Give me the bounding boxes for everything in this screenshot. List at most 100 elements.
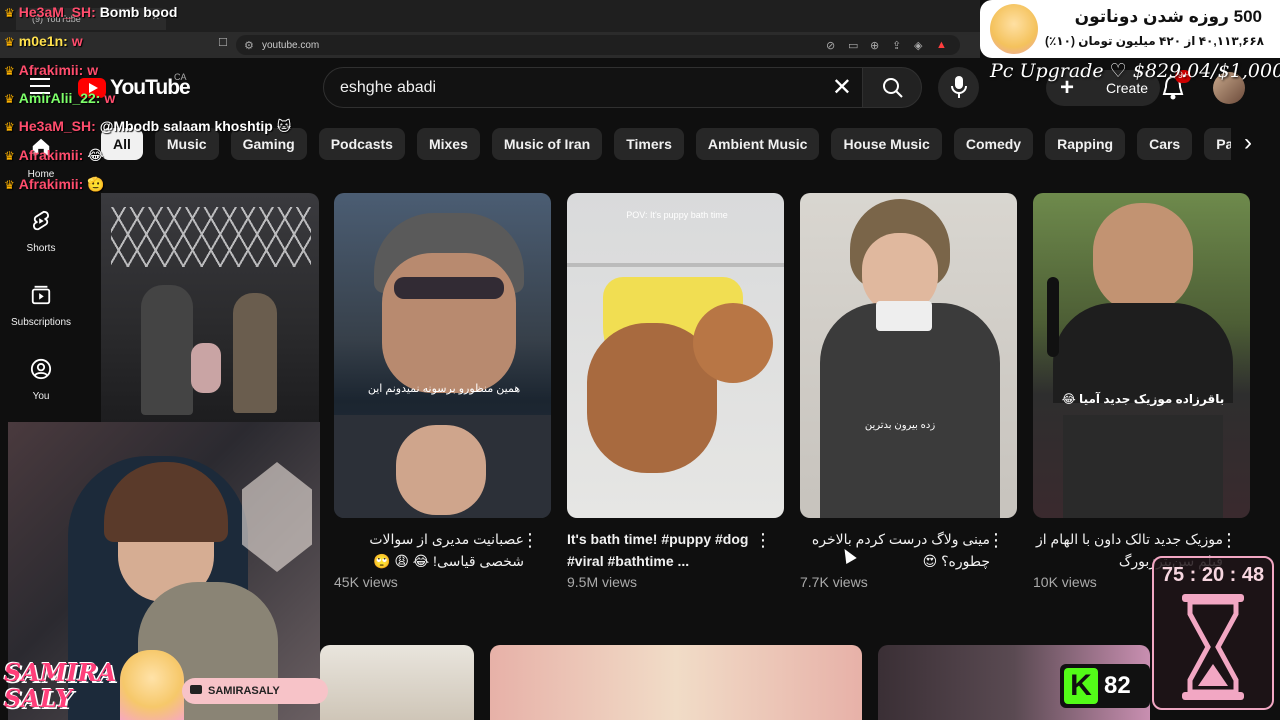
social-handle: SAMIRASALY: [182, 678, 328, 704]
search-icon: [883, 78, 903, 98]
donation-goal-banner: 500 روزه شدن دوناتون ۴۰,۱۱۳,۶۶۸ از ۴۲۰ م…: [980, 0, 1280, 58]
chip-rapping[interactable]: Rapping: [1045, 128, 1126, 160]
subscriptions-icon: [31, 285, 51, 305]
chat-username: Afrakimii:: [18, 62, 84, 78]
search-query: eshghe abadi: [340, 79, 437, 96]
youtube-small-icon: [190, 685, 202, 694]
streamer-name-line2: SALY: [4, 684, 73, 713]
video-card[interactable]: همین منظورو برسونه نمیدونم این عصبانیت م…: [334, 193, 551, 590]
video-thumbnail[interactable]: همین منظورو برسونه نمیدونم این: [334, 193, 551, 518]
chip-comedy[interactable]: Comedy: [953, 128, 1034, 160]
chat-username: He3aM_SH:: [18, 4, 96, 20]
more-options-icon[interactable]: ⋮: [1220, 531, 1238, 549]
chat-username: m0e1n:: [18, 33, 68, 49]
donation-progress: ۴۰,۱۱۳,۶۶۸ از ۴۲۰ میلیون تومان (۱۰٪): [1044, 34, 1264, 48]
sidebar-item-subscriptions[interactable]: Subscriptions: [0, 284, 82, 328]
video-thumbnail[interactable]: زده بیرون بدترین: [800, 193, 1017, 518]
more-options-icon[interactable]: ⋮: [987, 531, 1005, 549]
video-card[interactable]: POV: It's puppy bath time It's bath time…: [567, 193, 784, 590]
donation-avatar: [990, 4, 1038, 54]
video-thumbnail[interactable]: [320, 645, 474, 720]
sidebar-item-shorts[interactable]: Shorts: [0, 210, 82, 254]
chip-podcasts[interactable]: Podcasts: [318, 128, 405, 160]
video-card[interactable]: باقرزاده موزیک جدید آمیا 😂 موزیک جدید تا…: [1033, 193, 1250, 590]
chat-text: Bomb bood: [99, 4, 178, 20]
viewer-count: 82: [1104, 672, 1131, 699]
chat-text: 🫡: [87, 176, 105, 192]
video-views: 7.7K views: [800, 574, 868, 590]
crown-icon: ♛: [4, 35, 15, 49]
kick-logo-icon: K: [1064, 668, 1098, 704]
video-thumbnail[interactable]: [490, 645, 862, 720]
video-title[interactable]: It's bath time! #puppy #dog #viral #bath…: [567, 528, 757, 572]
chat-message: ♛ He3aM_SH: @Mbodb salaam khoshtip 🐱: [4, 118, 291, 135]
chat-message: ♛ Afrakimii: 🫡: [4, 176, 105, 193]
site-info-icon[interactable]: ⚙: [244, 39, 254, 52]
url-text: youtube.com: [262, 40, 320, 51]
chip-pain[interactable]: Pain: [1204, 128, 1231, 160]
cast-icon[interactable]: ▭: [848, 39, 858, 52]
shield-icon[interactable]: ◈: [914, 39, 922, 52]
more-options-icon[interactable]: ⋮: [754, 531, 772, 549]
chat-text: w: [87, 62, 99, 78]
bookmark-icon[interactable]: ☐: [218, 36, 228, 49]
search-button[interactable]: [862, 67, 922, 108]
video-views: 45K views: [334, 574, 398, 590]
url-field[interactable]: ⚙ youtube.com ⊘ ▭ ⊕ ⇪ ◈ ▲: [236, 35, 960, 55]
eye-off-icon[interactable]: ⊘: [826, 39, 835, 52]
donation-title: 500 روزه شدن دوناتون: [1074, 7, 1262, 26]
chevron-right-icon[interactable]: ›: [1234, 130, 1262, 158]
timer-text: 75 : 20 : 48: [1161, 564, 1265, 586]
thumbnail-caption: زده بیرون بدترین: [864, 420, 936, 431]
chat-message: ♛ Afrakimii: 😂: [4, 147, 104, 164]
thumbnail-caption: همین منظورو برسونه نمیدونم این: [367, 383, 521, 395]
chat-text: 😂: [87, 147, 104, 163]
stream-timer: 75 : 20 : 48: [1152, 556, 1274, 710]
country-code: CA: [174, 72, 187, 82]
search-input[interactable]: eshghe abadi ✕: [323, 67, 863, 108]
video-title[interactable]: عصبانیت مدیری از سوالات شخصی قیاسی! 😂 😩 …: [334, 528, 524, 572]
sidebar-label-shorts: Shorts: [26, 243, 56, 254]
create-label: Create: [1106, 80, 1149, 96]
video-card[interactable]: زده بیرون بدترین مینی ولاگ درست کردم بال…: [800, 193, 1017, 590]
streamer-avatar-sticker: [120, 650, 184, 720]
share-icon[interactable]: ⇪: [892, 39, 901, 52]
video-views: 9.5M views: [567, 574, 638, 590]
chip-music-of-iran[interactable]: Music of Iran: [491, 128, 603, 160]
hourglass-icon: [1182, 594, 1244, 700]
microphone-icon: [951, 76, 967, 98]
upgrade-goal: Pc Upgrade ♡ $829.04/$1,000: [990, 60, 1280, 82]
chip-ambient-music[interactable]: Ambient Music: [695, 128, 820, 160]
chat-text: @Mbodb salaam khoshtip 🐱: [99, 118, 292, 134]
voice-search-button[interactable]: [938, 67, 979, 108]
clear-search-icon[interactable]: ✕: [832, 73, 852, 102]
rewards-icon[interactable]: ▲: [936, 39, 947, 51]
address-bar: ☐ ⚙ youtube.com ⊘ ▭ ⊕ ⇪ ◈ ▲: [0, 32, 980, 58]
sidebar-label-you: You: [32, 391, 50, 402]
crown-icon: ♛: [4, 64, 15, 78]
sidebar-item-you[interactable]: You: [0, 358, 82, 402]
chip-cars[interactable]: Cars: [1137, 128, 1193, 160]
shorts-icon: [32, 210, 49, 231]
more-options-icon[interactable]: ⋮: [521, 531, 539, 549]
thumbnail-caption: POV: It's puppy bath time: [626, 210, 728, 220]
video-thumbnail[interactable]: POV: It's puppy bath time: [567, 193, 784, 518]
chip-mixes[interactable]: Mixes: [416, 128, 480, 160]
chip-timers[interactable]: Timers: [614, 128, 684, 160]
video-thumbnail[interactable]: باقرزاده موزیک جدید آمیا 😂: [1033, 193, 1250, 518]
chat-message: ♛ m0e1n: w: [4, 33, 83, 49]
crown-icon: ♛: [4, 92, 15, 106]
social-handle-text: SAMIRASALY: [208, 685, 280, 697]
chat-text: w: [104, 90, 116, 106]
video-thumbnail-partial[interactable]: [101, 193, 319, 422]
video-title[interactable]: مینی ولاگ درست کردم بالاخره چطوره؟ 😍: [800, 528, 990, 572]
chat-username: AmirAlii_22:: [18, 90, 101, 106]
zoom-icon[interactable]: ⊕: [870, 39, 879, 52]
crown-icon: ♛: [4, 6, 15, 20]
chip-house-music[interactable]: House Music: [831, 128, 942, 160]
you-icon: [30, 358, 52, 380]
chat-message: ♛ Afrakimii: w: [4, 62, 98, 78]
streamer-logo: SAMIRA SALY: [4, 660, 116, 712]
chat-username: Afrakimii:: [18, 147, 84, 163]
streamer-name-line1: SAMIRA: [4, 658, 117, 687]
